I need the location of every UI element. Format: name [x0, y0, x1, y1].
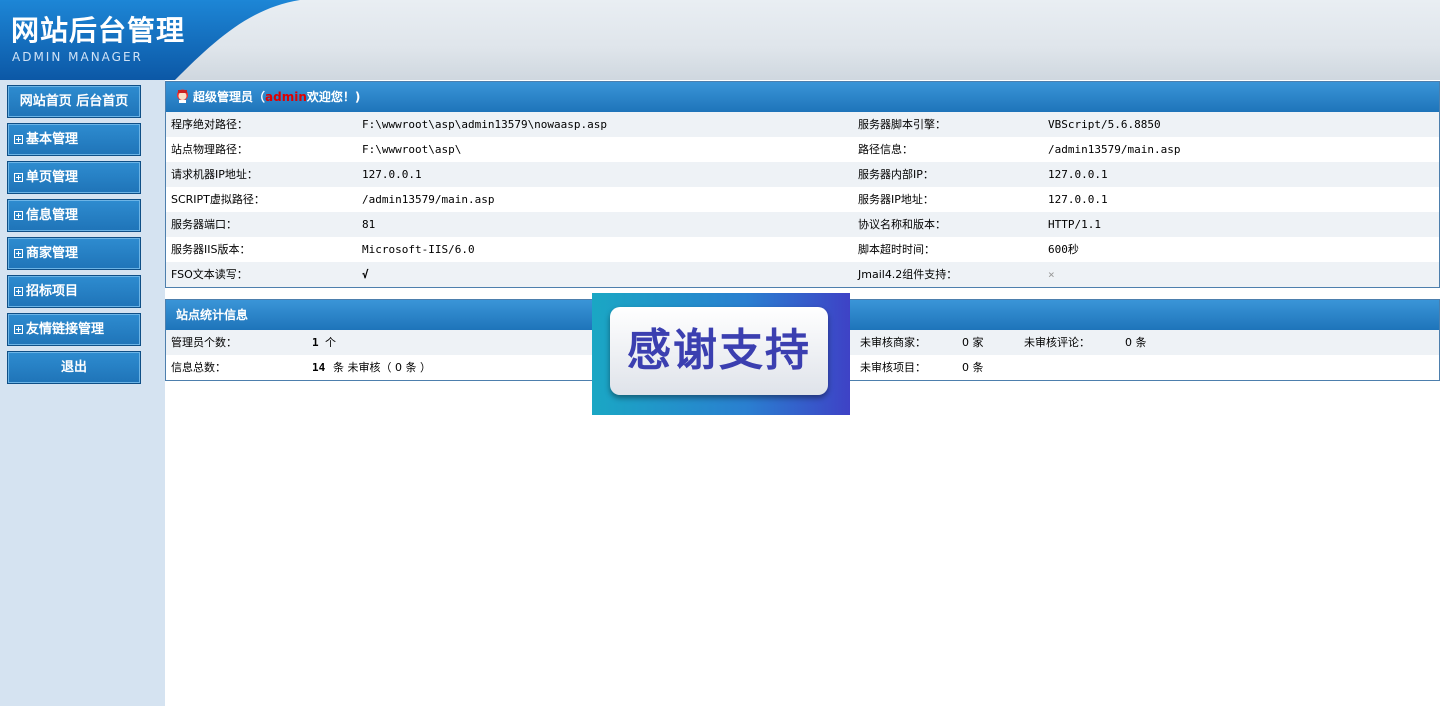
- sidebar-item-label: 单页管理: [26, 170, 79, 185]
- info-label: 服务器IP地址：: [858, 193, 934, 206]
- sidebar-item-label: 商家管理: [26, 246, 79, 261]
- info-label: 请求机器IP地址：: [171, 168, 258, 181]
- welcome-user: admin: [265, 90, 307, 104]
- sidebar-item-tender[interactable]: 招标项目: [7, 275, 141, 308]
- expand-icon: [14, 135, 23, 144]
- table-row: 程序绝对路径： F:\wwwroot\asp\admin13579\nowaas…: [166, 112, 1439, 137]
- info-value: VBScript/5.6.8850: [1048, 118, 1161, 131]
- sidebar-item-single-page[interactable]: 单页管理: [7, 161, 141, 194]
- site-home-link[interactable]: 网站首页: [20, 94, 72, 109]
- info-value: 600秒: [1048, 243, 1079, 256]
- logo-title: 网站后台管理: [11, 14, 186, 47]
- info-label: 协议名称和版本：: [858, 218, 946, 231]
- expand-icon: [14, 173, 23, 182]
- admin-avatar-icon: [177, 89, 188, 103]
- info-label: 服务器端口：: [171, 218, 237, 231]
- info-label: 程序绝对路径：: [171, 118, 248, 131]
- expand-icon: [14, 325, 23, 334]
- info-value: HTTP/1.1: [1048, 218, 1101, 231]
- sidebar-item-info[interactable]: 信息管理: [7, 199, 141, 232]
- sidebar-item-label: 招标项目: [26, 284, 79, 299]
- info-value: /admin13579/main.asp: [362, 193, 495, 206]
- sidebar-item-label: 信息管理: [26, 208, 79, 223]
- info-value: 127.0.0.1: [362, 168, 422, 181]
- expand-icon: [14, 211, 23, 220]
- server-info-panel: 超级管理员（admin欢迎您！) 程序绝对路径： F:\wwwroot\asp\…: [165, 81, 1440, 288]
- promo-banner[interactable]: 感谢支持: [592, 293, 850, 415]
- info-label: 服务器内部IP：: [858, 168, 934, 181]
- sidebar-item-label: 友情链接管理: [26, 322, 105, 337]
- info-label: 路径信息：: [858, 143, 913, 156]
- welcome-header: 超级管理员（admin欢迎您！): [166, 82, 1439, 112]
- stat-value: 14: [312, 361, 326, 374]
- info-label: Jmail4.2组件支持：: [858, 268, 958, 281]
- header-banner: 网站后台管理 ADMIN MANAGER: [0, 0, 1440, 80]
- info-label: 脚本超时时间：: [858, 243, 935, 256]
- stat-label: 未审核项目：: [860, 361, 926, 374]
- stat-value: 0 家: [962, 336, 984, 349]
- expand-icon: [14, 287, 23, 296]
- stat-label: 信息总数：: [171, 361, 226, 374]
- stat-label: 管理员个数：: [171, 336, 237, 349]
- welcome-suffix: 欢迎您！): [306, 90, 361, 104]
- stat-value: 0 条: [962, 361, 984, 374]
- stat-value: 1: [312, 336, 319, 349]
- sidebar: 网站首页 后台首页 基本管理 单页管理 信息管理 商家管理 招标项目 友情链接管…: [0, 80, 165, 706]
- sidebar-top-links: 网站首页 后台首页: [7, 85, 141, 118]
- check-mark-icon: √: [362, 268, 369, 281]
- stat-value: 0 条: [1125, 336, 1147, 349]
- promo-text: 感谢支持: [627, 325, 811, 376]
- table-row: SCRIPT虚拟路径： /admin13579/main.asp 服务器IP地址…: [166, 187, 1439, 212]
- info-label: 站点物理路径：: [171, 143, 248, 156]
- stat-label: 未审核商家：: [860, 336, 926, 349]
- sidebar-item-links[interactable]: 友情链接管理: [7, 313, 141, 346]
- sidebar-item-merchant[interactable]: 商家管理: [7, 237, 141, 270]
- info-value: /admin13579/main.asp: [1048, 143, 1181, 156]
- cross-mark-icon: ×: [1048, 268, 1055, 281]
- info-label: SCRIPT虚拟路径：: [171, 193, 265, 206]
- info-value: Microsoft-IIS/6.0: [362, 243, 475, 256]
- logout-button[interactable]: 退出: [7, 351, 141, 384]
- info-value: F:\wwwroot\asp\admin13579\nowaasp.asp: [362, 118, 608, 131]
- info-label: FSO文本读写：: [171, 268, 248, 281]
- info-value: F:\wwwroot\asp\: [362, 143, 462, 156]
- table-row: FSO文本读写： √ Jmail4.2组件支持： ×: [166, 262, 1439, 287]
- admin-home-link[interactable]: 后台首页: [76, 94, 128, 109]
- table-row: 服务器IIS版本： Microsoft-IIS/6.0 脚本超时时间： 600秒: [166, 237, 1439, 262]
- sidebar-item-basic[interactable]: 基本管理: [7, 123, 141, 156]
- table-row: 请求机器IP地址： 127.0.0.1 服务器内部IP： 127.0.0.1: [166, 162, 1439, 187]
- stat-unit: 个: [325, 336, 336, 349]
- logo-subtitle: ADMIN MANAGER: [12, 50, 143, 64]
- welcome-prefix: 超级管理员（: [193, 90, 266, 104]
- expand-icon: [14, 249, 23, 258]
- info-label: 服务器脚本引擎：: [858, 118, 946, 131]
- stat-unit: 条 未审核（ 0 条 ）: [333, 361, 431, 374]
- stat-label: 未审核评论：: [1024, 336, 1090, 349]
- promo-button[interactable]: 感谢支持: [610, 307, 828, 395]
- info-value: 81: [362, 218, 376, 231]
- sidebar-item-label: 基本管理: [26, 132, 79, 147]
- info-value: 127.0.0.1: [1048, 168, 1108, 181]
- table-row: 站点物理路径： F:\wwwroot\asp\ 路径信息： /admin1357…: [166, 137, 1439, 162]
- info-label: 服务器IIS版本：: [171, 243, 251, 256]
- table-row: 服务器端口： 81 协议名称和版本： HTTP/1.1: [166, 212, 1439, 237]
- info-value: 127.0.0.1: [1048, 193, 1108, 206]
